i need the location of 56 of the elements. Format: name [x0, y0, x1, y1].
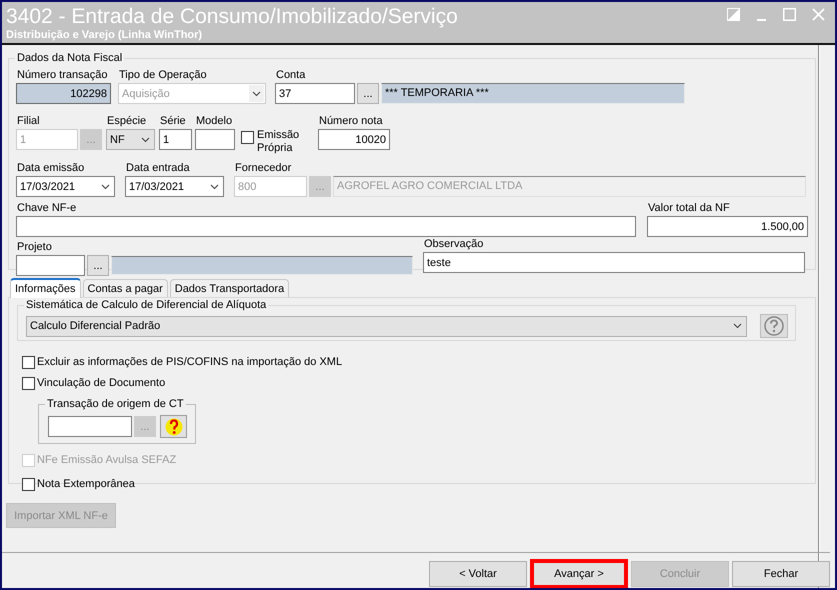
- observation-field[interactable]: teste: [423, 252, 805, 273]
- field-label: Projeto: [17, 240, 52, 255]
- field-label: Conta: [276, 68, 306, 83]
- checkbox[interactable]: [22, 356, 35, 368]
- help-button[interactable]: [160, 415, 187, 438]
- nfe-key-field[interactable]: [16, 216, 636, 237]
- group-title: Sistemática de Calculo de Diferencial de Alíquota: [24, 298, 268, 312]
- field-label: Modelo: [196, 114, 232, 129]
- project-field[interactable]: [16, 255, 85, 276]
- supplier-name: AGROFEL AGRO COMERCIAL LTDA: [333, 176, 806, 197]
- field-label: Valor total da NF: [648, 201, 730, 216]
- field-label: Chave NF-e: [17, 201, 76, 216]
- field-label: Filial: [17, 114, 40, 129]
- field-label: Número nota: [319, 114, 383, 129]
- field-label: Número transação: [17, 68, 108, 83]
- invoice-number-field[interactable]: 10020: [318, 129, 390, 150]
- browse-button[interactable]: ...: [87, 255, 109, 276]
- date-picker[interactable]: 17/03/2021: [16, 176, 115, 197]
- help-button[interactable]: [760, 314, 788, 338]
- field-label: Tipo de Operação: [119, 68, 207, 83]
- help-icon: [164, 416, 182, 436]
- checkbox-label: Nota Extemporânea: [37, 478, 135, 490]
- account-description: *** TEMPORARIA ***: [381, 83, 685, 104]
- field-label: Série: [160, 114, 186, 129]
- tab[interactable]: Informações: [10, 278, 81, 298]
- field-label: Espécie: [107, 114, 146, 129]
- checkbox-label: Excluir as informações de PIS/COFINS na importação do XML: [37, 356, 342, 368]
- window-subtitle: Distribuição e Varejo (Linha WinThor): [6, 29, 204, 42]
- wizard-button[interactable]: < Voltar: [429, 561, 527, 587]
- tab[interactable]: Contas a pagar: [82, 279, 168, 297]
- origin-transaction-field[interactable]: [48, 416, 132, 437]
- model-field[interactable]: [195, 129, 235, 150]
- field-label: Observação: [424, 237, 484, 252]
- species-dropdown[interactable]: NF: [106, 129, 155, 150]
- tab[interactable]: Dados Transportadora: [170, 279, 290, 297]
- checkbox-label: NFe Emissão Avulsa SEFAZ: [37, 454, 176, 466]
- checkbox-label: Emissão Própria: [257, 129, 300, 155]
- window-title: 3402 - Entrada de Consumo/Imobilizado/Serviço: [6, 5, 458, 29]
- wizard-button[interactable]: Fechar: [732, 561, 830, 587]
- series-field[interactable]: 1: [159, 129, 192, 150]
- group-title: Transação de origem de CT: [45, 397, 186, 411]
- checkbox[interactable]: [22, 478, 35, 490]
- checkbox-label: Vinculação de Documento: [37, 377, 166, 389]
- transaction-number-field[interactable]: 102298: [16, 83, 111, 104]
- account-field[interactable]: 37: [275, 83, 355, 104]
- field-label: Fornecedor: [235, 161, 292, 176]
- field-label: Data emissão: [17, 161, 84, 176]
- browse-button[interactable]: ...: [357, 83, 379, 104]
- checkbox[interactable]: [22, 376, 35, 390]
- wizard-button[interactable]: Avançar >: [530, 559, 628, 588]
- total-value-field[interactable]: 1.500,00: [647, 216, 808, 237]
- field-label: Data entrada: [126, 161, 190, 176]
- calculation-dropdown[interactable]: Calculo Diferencial Padrão: [26, 316, 747, 336]
- help-icon: [763, 315, 785, 337]
- date-picker[interactable]: 17/03/2021: [125, 176, 224, 197]
- checkbox[interactable]: [241, 131, 254, 144]
